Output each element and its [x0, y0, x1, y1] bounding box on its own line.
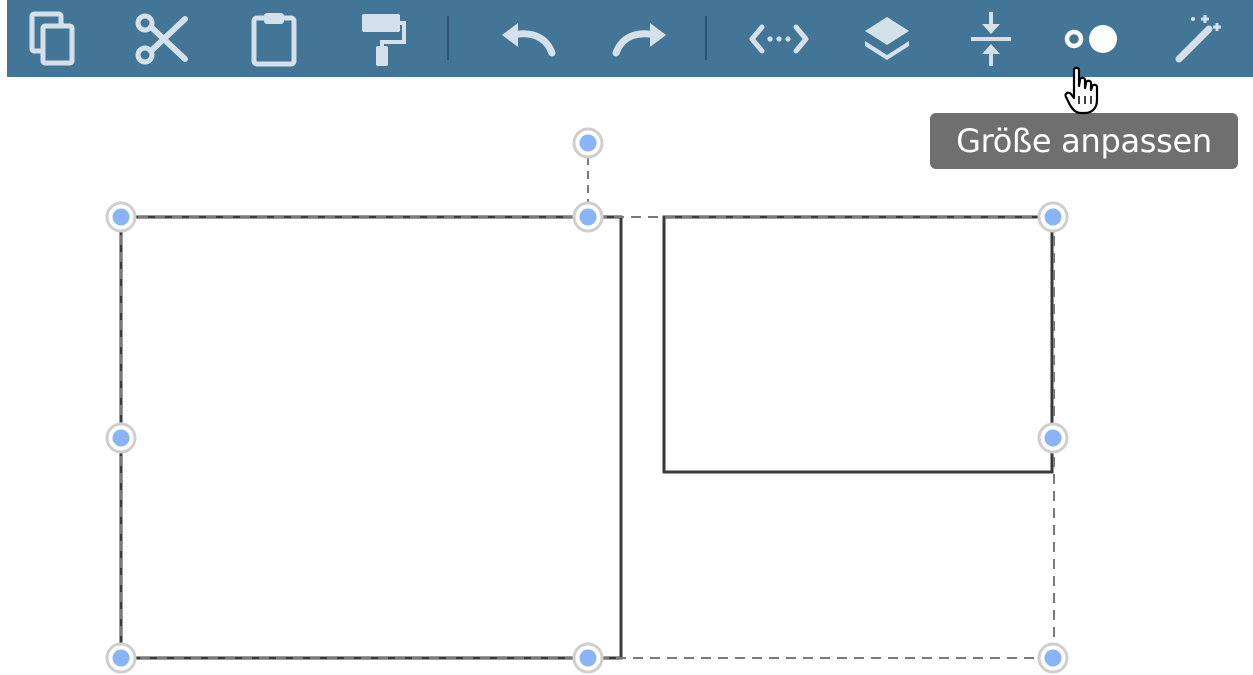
hand-cursor-icon	[1064, 66, 1099, 115]
redo-button[interactable]	[602, 0, 678, 77]
shape-rectangle-right[interactable]	[662, 215, 1054, 474]
resize-handle-middle-right[interactable]	[1037, 422, 1069, 454]
resize-handle-bottom-right[interactable]	[1037, 642, 1069, 674]
scissors-icon	[135, 13, 188, 64]
resize-handle-top-left[interactable]	[105, 201, 137, 233]
rotate-handle[interactable]	[572, 127, 604, 159]
resize-dots-icon	[1064, 24, 1117, 53]
paint-roller-icon	[362, 13, 406, 66]
arrange-button[interactable]	[849, 0, 925, 77]
copy-icon	[29, 11, 75, 65]
editor-root: Größe anpassen	[0, 0, 1253, 675]
resize-handle-bottom-left[interactable]	[105, 642, 137, 674]
distribute-button[interactable]	[741, 0, 817, 77]
cut-button[interactable]	[124, 0, 200, 77]
compress-vertical-icon	[971, 11, 1011, 66]
clipboard-icon	[251, 12, 297, 66]
undo-button[interactable]	[490, 0, 566, 77]
resize-handle-top-right[interactable]	[1037, 201, 1069, 233]
resize-handle-bottom-middle[interactable]	[572, 642, 604, 674]
undo-icon	[502, 22, 556, 56]
toolbar-separator	[447, 16, 449, 60]
layers-icon	[865, 16, 909, 60]
paste-button[interactable]	[236, 0, 312, 77]
shape-rectangle-left[interactable]	[119, 215, 623, 660]
copy-button[interactable]	[15, 0, 91, 77]
resize-handle-middle-left[interactable]	[105, 422, 137, 454]
magic-wand-icon	[1175, 14, 1221, 62]
magic-button[interactable]	[1159, 0, 1235, 77]
compact-button[interactable]	[953, 0, 1029, 77]
format-painter-button[interactable]	[344, 0, 420, 77]
toolbar-separator	[705, 16, 707, 60]
redo-icon	[612, 22, 666, 56]
resize-handle-top-middle[interactable]	[572, 201, 604, 233]
tooltip: Größe anpassen	[930, 113, 1238, 169]
distribute-horizontal-icon	[749, 24, 809, 53]
